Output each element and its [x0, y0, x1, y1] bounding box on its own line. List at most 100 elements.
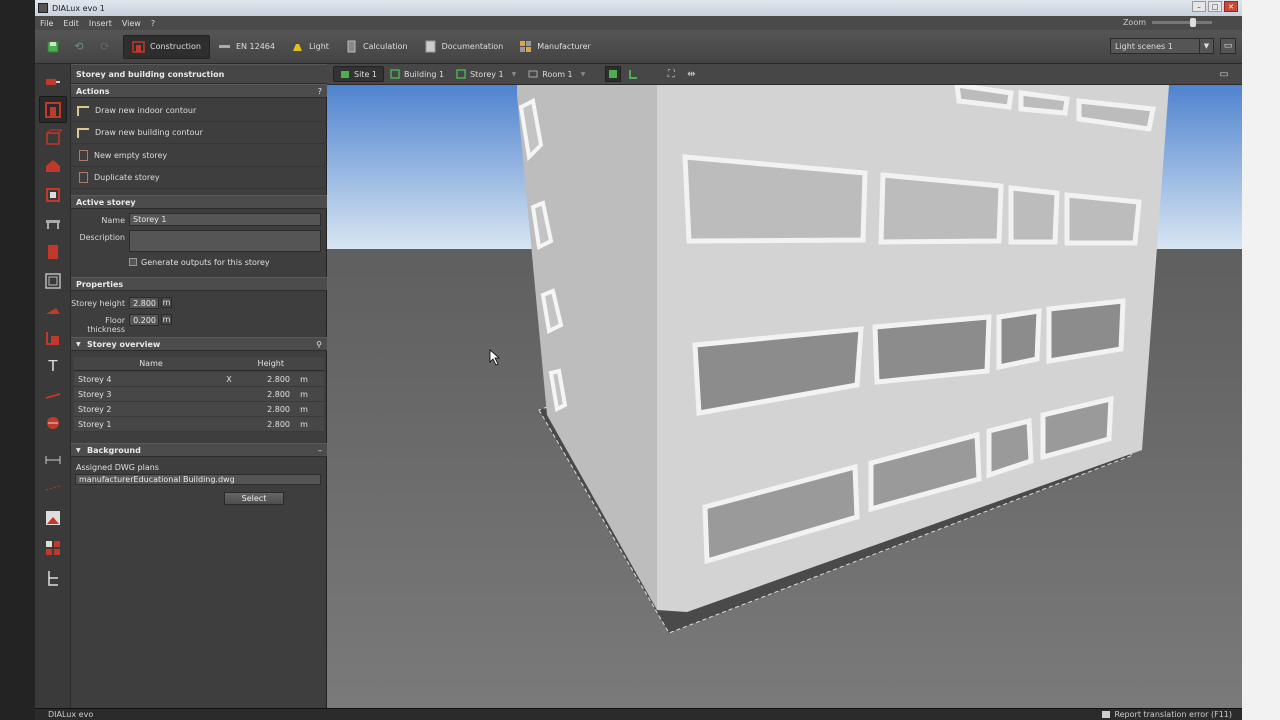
- table-row[interactable]: Storey 1 2.800 m: [74, 417, 324, 432]
- storey-overview-header[interactable]: ▼ Storey overview ⚲: [71, 337, 327, 351]
- duplicate-storey-button[interactable]: Duplicate storey: [71, 167, 327, 189]
- dimension-plane-tool-icon[interactable]: [39, 380, 67, 407]
- redo-icon[interactable]: ⟳: [97, 39, 113, 55]
- row-name: Storey 4: [78, 374, 112, 384]
- delete-row-icon[interactable]: X: [224, 375, 234, 384]
- dwg-file-value: manufacturerEducational Building.dwg: [79, 475, 235, 484]
- menu-edit[interactable]: Edit: [63, 19, 79, 28]
- ceiling-tool-icon[interactable]: [39, 209, 67, 236]
- row-height: 2.800: [267, 404, 290, 414]
- row-height: 2.800: [267, 419, 290, 429]
- building-scene[interactable]: [327, 85, 1242, 708]
- row-height: 2.800: [267, 389, 290, 399]
- room-tool-icon[interactable]: [39, 124, 67, 151]
- tab-manufacturer[interactable]: Manufacturer: [511, 35, 599, 59]
- row-name: Storey 3: [78, 389, 112, 399]
- storey-name-field[interactable]: Storey 1: [129, 213, 321, 226]
- breadcrumb-site[interactable]: Site 1: [333, 66, 384, 82]
- image-tool-icon[interactable]: [39, 504, 67, 531]
- pin-icon[interactable]: ⚲: [316, 340, 322, 349]
- maximize-icon[interactable]: □: [1208, 1, 1222, 12]
- report-translation-error[interactable]: Report translation error (F11): [1102, 710, 1232, 719]
- actions-header: Actions ?: [71, 84, 327, 98]
- floor-thickness-field[interactable]: 0.200: [129, 314, 159, 326]
- light-scene-select[interactable]: Light scenes 1 ▼: [1110, 38, 1214, 54]
- floor-thickness-unit: m: [161, 314, 172, 325]
- storey-tool-icon[interactable]: [39, 96, 67, 123]
- minimize-section-icon[interactable]: –: [318, 446, 322, 455]
- grid-tool-icon[interactable]: [39, 534, 67, 561]
- tab-documentation-label: Documentation: [441, 42, 504, 51]
- text-tool-icon[interactable]: T: [39, 352, 67, 379]
- en12464-icon: [218, 40, 231, 53]
- chevron-down-icon[interactable]: ▼: [512, 71, 517, 78]
- panel-title: Storey and building construction: [71, 64, 327, 84]
- tab-light[interactable]: Light: [283, 35, 337, 59]
- close-icon[interactable]: ✕: [1224, 1, 1238, 12]
- menu-file[interactable]: File: [40, 19, 53, 28]
- measure-tool-icon[interactable]: [39, 446, 67, 473]
- hierarchy-tool-icon[interactable]: [39, 564, 67, 591]
- zoom-slider-knob[interactable]: [1190, 18, 1196, 27]
- duplicate-storey-label: Duplicate storey: [94, 173, 160, 182]
- help-icon[interactable]: ?: [318, 87, 322, 96]
- save-icon[interactable]: [45, 39, 61, 55]
- view-plan-icon[interactable]: [625, 66, 641, 82]
- fullscreen-icon[interactable]: ▭: [1216, 66, 1232, 82]
- light-scene-settings-icon[interactable]: ▭: [1220, 38, 1236, 54]
- table-row[interactable]: Storey 4 X 2.800 m: [74, 372, 324, 387]
- dwg-file-field[interactable]: manufacturerEducational Building.dwg: [75, 474, 321, 485]
- active-storey-header: Active storey: [71, 195, 327, 209]
- menu-view[interactable]: View: [122, 19, 141, 28]
- new-empty-storey-button[interactable]: New empty storey: [71, 145, 327, 167]
- draw-building-contour-button[interactable]: Draw new building contour: [71, 122, 327, 144]
- tab-calculation[interactable]: Calculation: [337, 35, 416, 59]
- generate-outputs-checkbox[interactable]: [129, 258, 137, 266]
- breadcrumb-room-label: Room 1: [542, 69, 573, 79]
- draw-indoor-contour-button[interactable]: Draw new indoor contour: [71, 100, 327, 122]
- cutout-tool-icon[interactable]: [39, 324, 67, 351]
- chevron-down-icon[interactable]: ▼: [1199, 39, 1213, 53]
- storey-overview-header-text: Storey overview: [87, 339, 161, 349]
- furniture-tool-icon[interactable]: [39, 409, 67, 436]
- breadcrumb-storey[interactable]: Storey 1 ▼: [450, 66, 522, 82]
- dashed-line-tool-icon[interactable]: [39, 474, 67, 501]
- zoom-slider[interactable]: [1152, 18, 1212, 27]
- door-tool-icon[interactable]: [39, 238, 67, 265]
- table-row[interactable]: Storey 3 2.800 m: [74, 387, 324, 402]
- tab-documentation[interactable]: Documentation: [416, 35, 512, 59]
- undo-icon[interactable]: ⟲: [71, 39, 87, 55]
- collapse-icon[interactable]: ▼: [76, 341, 81, 348]
- tab-construction[interactable]: Construction: [123, 34, 210, 59]
- collapse-icon[interactable]: ▼: [76, 447, 81, 454]
- window-tool-icon[interactable]: [39, 267, 67, 294]
- breadcrumb-building[interactable]: Building 1: [384, 66, 450, 82]
- desktop-left-edge: [0, 0, 35, 720]
- col-height-header: Height: [257, 359, 284, 368]
- chevron-down-icon[interactable]: ▼: [581, 71, 586, 78]
- site-tool-icon[interactable]: [39, 67, 67, 94]
- menu-help[interactable]: ?: [151, 19, 155, 28]
- floor-element-tool-icon[interactable]: [39, 295, 67, 322]
- status-bar: DIALux evo Report translation error (F11…: [35, 708, 1242, 720]
- breadcrumb-room[interactable]: Room 1 ▼: [522, 66, 591, 82]
- table-row[interactable]: Storey 2 2.800 m: [74, 402, 324, 417]
- wall-tool-icon[interactable]: [39, 181, 67, 208]
- select-dwg-button[interactable]: Select: [224, 492, 284, 505]
- actions-header-text: Actions: [76, 86, 110, 96]
- zoom-extents-icon[interactable]: ⛶: [663, 66, 679, 82]
- storey-height-field[interactable]: 2.800: [129, 297, 159, 309]
- manufacturer-icon: [519, 40, 532, 53]
- background-header[interactable]: ▼ Background –: [71, 443, 327, 457]
- description-field[interactable]: [129, 230, 321, 252]
- tab-calculation-label: Calculation: [362, 42, 408, 51]
- 3d-viewport[interactable]: [327, 85, 1242, 708]
- building-icon: [390, 69, 400, 79]
- view-3d-icon[interactable]: [605, 66, 622, 82]
- minimize-icon[interactable]: –: [1192, 1, 1206, 12]
- roof-tool-icon[interactable]: [39, 152, 67, 179]
- menu-insert[interactable]: Insert: [89, 19, 112, 28]
- tab-en12464[interactable]: EN 12464: [210, 35, 283, 59]
- measure-distance-icon[interactable]: ⇹: [683, 66, 699, 82]
- storey-table-header: Name Height: [74, 357, 324, 371]
